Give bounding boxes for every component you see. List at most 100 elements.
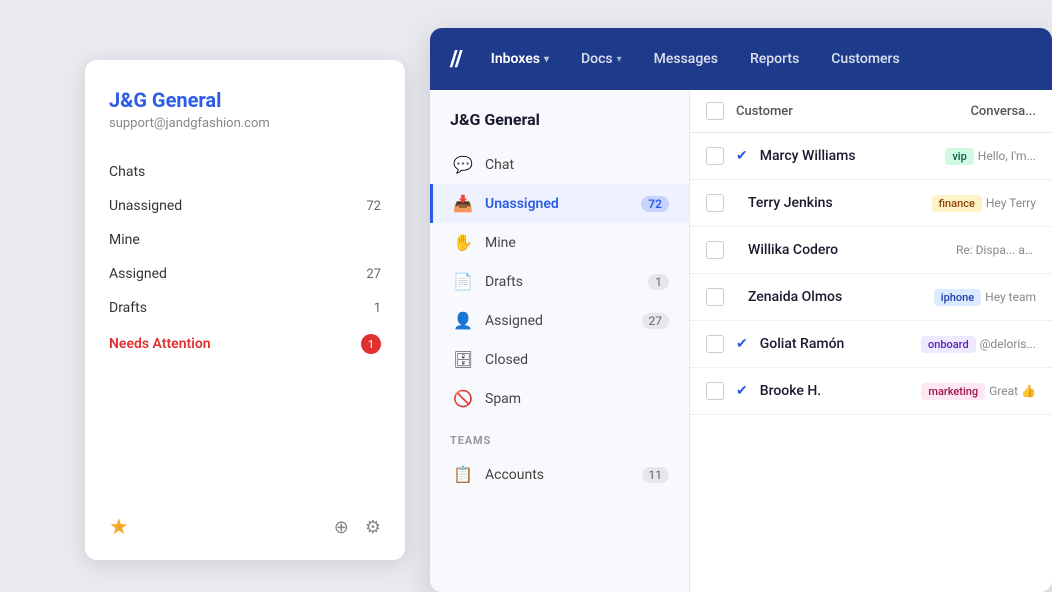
sidebar: J&G General 💬 Chat 📥 Unassigned 72 ✋ Min…	[430, 90, 690, 592]
settings-icon[interactable]: ⚙	[365, 517, 381, 538]
row-checkbox[interactable]	[706, 194, 724, 212]
sidebar-item-closed[interactable]: 🗄 Closed	[430, 340, 689, 379]
bg-nav-chats[interactable]: Chats	[109, 155, 381, 189]
nav-customers[interactable]: Customers	[819, 45, 911, 73]
row-tags: finance Hey Terry	[932, 195, 1036, 212]
customer-name: Goliat Ramón	[760, 336, 909, 352]
bg-nav-count-unassigned: 72	[366, 199, 381, 214]
nav-messages-label: Messages	[654, 51, 718, 67]
sidebar-item-label-spam: Spam	[485, 391, 669, 407]
customer-name: Terry Jenkins	[748, 195, 920, 211]
header-conversation-label: Conversa...	[970, 104, 1036, 119]
sidebar-item-chat[interactable]: 💬 Chat	[430, 145, 689, 184]
sidebar-item-label-assigned: Assigned	[485, 313, 630, 329]
bg-nav-label-unassigned: Unassigned	[109, 198, 182, 214]
tag-vip: vip	[945, 148, 973, 165]
customer-name: Marcy Williams	[760, 148, 934, 164]
bg-sidebar-card: J&G General support@jandgfashion.com Cha…	[85, 60, 405, 560]
bg-nav-count-needs-attention: 1	[361, 334, 381, 354]
sidebar-item-label-accounts: Accounts	[485, 467, 630, 483]
tag-iphone: iphone	[934, 289, 981, 306]
row-checkbox[interactable]	[706, 382, 724, 400]
row-snippet: Hey team	[985, 290, 1036, 304]
sidebar-item-count-unassigned: 72	[641, 196, 669, 212]
nav-reports[interactable]: Reports	[738, 45, 811, 73]
nav-docs-label: Docs	[581, 51, 613, 67]
list-item[interactable]: Zenaida Olmos iphone Hey team	[690, 274, 1052, 321]
bg-nav-count-drafts: 1	[374, 301, 381, 316]
bg-nav-label-drafts: Drafts	[109, 300, 147, 316]
sidebar-item-unassigned[interactable]: 📥 Unassigned 72	[430, 184, 689, 223]
add-icon[interactable]: ⊕	[334, 517, 349, 538]
customer-name: Brooke H.	[760, 383, 910, 399]
nav-reports-label: Reports	[750, 51, 799, 67]
chevron-down-icon: ▾	[544, 54, 549, 65]
bg-nav-count-assigned: 27	[366, 267, 381, 282]
row-checkbox[interactable]	[706, 241, 724, 259]
row-checkbox[interactable]	[706, 147, 724, 165]
sidebar-item-count-accounts: 11	[642, 467, 670, 483]
sidebar-item-label-chat: Chat	[485, 157, 669, 173]
bg-nav-label-chats: Chats	[109, 164, 145, 180]
tag-marketing: marketing	[921, 383, 985, 400]
sidebar-title: J&G General	[430, 110, 689, 145]
star-icon[interactable]: ★	[109, 515, 129, 540]
sidebar-item-label-mine: Mine	[485, 235, 669, 251]
list-header: Customer Conversa...	[690, 90, 1052, 133]
row-checkbox[interactable]	[706, 288, 724, 306]
row-tags: vip Hello, I'm...	[945, 148, 1036, 165]
sidebar-item-drafts[interactable]: 📄 Drafts 1	[430, 262, 689, 301]
check-circle-icon: ✔	[736, 148, 748, 164]
nav-messages[interactable]: Messages	[642, 45, 730, 73]
list-item[interactable]: ✔ Brooke H. marketing Great 👍	[690, 368, 1052, 415]
row-checkbox[interactable]	[706, 335, 724, 353]
bg-inbox-title: J&G General	[109, 88, 381, 112]
bg-inbox-email: support@jandgfashion.com	[109, 116, 381, 131]
row-snippet: Hey Terry	[986, 196, 1036, 210]
tag-finance: finance	[932, 195, 982, 212]
nav-inboxes[interactable]: Inboxes ▾	[479, 45, 561, 73]
inbox-icon: 📥	[453, 194, 473, 213]
nav-logo: //	[450, 47, 463, 72]
spam-icon: 🚫	[453, 389, 473, 408]
list-item[interactable]: Willika Codero Re: Dispa... awesome	[690, 227, 1052, 274]
list-item[interactable]: ✔ Marcy Williams vip Hello, I'm...	[690, 133, 1052, 180]
header-checkbox[interactable]	[706, 102, 724, 120]
list-item[interactable]: ✔ Goliat Ramón onboard @deloris...	[690, 321, 1052, 368]
sidebar-item-count-drafts: 1	[648, 274, 669, 290]
chat-icon: 💬	[453, 155, 473, 174]
header-customer-label: Customer	[736, 104, 970, 119]
nav-customers-label: Customers	[831, 51, 899, 67]
nav-docs[interactable]: Docs ▾	[569, 45, 634, 73]
bg-nav-unassigned[interactable]: Unassigned 72	[109, 189, 381, 223]
top-nav: // Inboxes ▾ Docs ▾ Messages Reports Cus…	[430, 28, 1052, 90]
row-tags: marketing Great 👍	[921, 383, 1036, 400]
hand-icon: ✋	[453, 233, 473, 252]
bg-nav-assigned[interactable]: Assigned 27	[109, 257, 381, 291]
bg-nav-label-needs-attention: Needs Attention	[109, 336, 211, 352]
sidebar-item-accounts[interactable]: 📋 Accounts 11	[430, 455, 689, 494]
bg-nav-needs-attention[interactable]: Needs Attention 1	[109, 325, 381, 363]
row-snippet: Hello, I'm...	[978, 149, 1036, 163]
check-circle-icon: ✔	[736, 336, 748, 352]
sidebar-item-mine[interactable]: ✋ Mine	[430, 223, 689, 262]
nav-inboxes-label: Inboxes	[491, 51, 540, 67]
bg-nav-label-assigned: Assigned	[109, 266, 167, 282]
archive-icon: 🗄	[453, 350, 473, 369]
sidebar-item-spam[interactable]: 🚫 Spam	[430, 379, 689, 418]
list-item[interactable]: Terry Jenkins finance Hey Terry	[690, 180, 1052, 227]
content-area: J&G General 💬 Chat 📥 Unassigned 72 ✋ Min…	[430, 90, 1052, 592]
row-snippet: @deloris...	[980, 337, 1036, 351]
accounts-icon: 📋	[453, 465, 473, 484]
bg-nav-label-mine: Mine	[109, 232, 140, 248]
bg-bottom-icons: ★ ⊕ ⚙	[109, 515, 381, 540]
bg-nav-drafts[interactable]: Drafts 1	[109, 291, 381, 325]
tag-onboard: onboard	[921, 336, 976, 353]
sidebar-item-assigned[interactable]: 👤 Assigned 27	[430, 301, 689, 340]
sidebar-item-label-closed: Closed	[485, 352, 669, 368]
user-icon: 👤	[453, 311, 473, 330]
row-snippet: Great 👍	[989, 384, 1036, 398]
chevron-down-icon: ▾	[617, 54, 622, 65]
bg-nav-mine[interactable]: Mine	[109, 223, 381, 257]
sidebar-item-label-drafts: Drafts	[485, 274, 636, 290]
